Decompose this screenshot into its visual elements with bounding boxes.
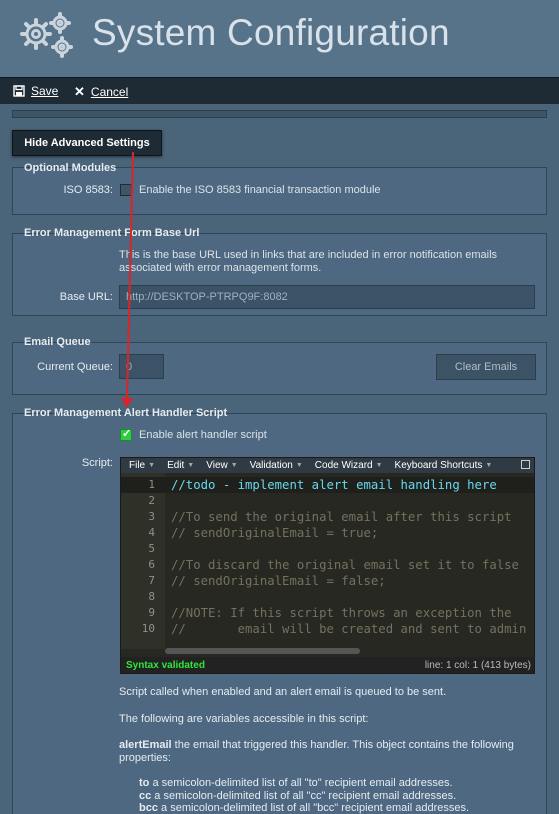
enable-alert-handler-checkbox[interactable]: [120, 427, 132, 441]
cancel-button[interactable]: ✕ Cancel: [74, 84, 128, 100]
chevron-down-icon: ▼: [187, 462, 195, 469]
enable-alert-handler-label: Enable alert handler script: [139, 429, 267, 441]
help-text-1: Script called when enabled and an alert …: [119, 686, 447, 698]
code-line: 9 //NOTE: If this script throws an except…: [121, 605, 534, 621]
page-header: System Configuration: [0, 0, 559, 77]
optional-modules-legend: Optional Modules: [24, 162, 117, 174]
toolbar: Save ✕ Cancel: [0, 77, 559, 104]
editor-menu-label: Keyboard Shortcuts: [394, 460, 483, 471]
chevron-down-icon: ▼: [148, 462, 156, 469]
property-item: to a semicolon-delimited list of all "to…: [139, 777, 453, 789]
script-label: Script:: [81, 457, 113, 469]
progress-stripe: [12, 110, 547, 118]
code-text: //todo - implement alert email handling …: [171, 478, 497, 492]
iso-8583-label: ISO 8583:: [63, 184, 113, 196]
property-desc: a semicolon-delimited list of all "to" r…: [149, 777, 453, 789]
property-name: to: [139, 777, 150, 789]
base-url-label: Base URL:: [59, 291, 113, 303]
alert-email-var: alertEmail: [119, 739, 172, 751]
code-line: 7 // sendOriginalEmail = false;: [121, 573, 534, 589]
code-text: // sendOriginalEmail = false;: [171, 574, 386, 588]
chevron-down-icon: ▼: [295, 462, 303, 469]
editor-menu-label: File: [129, 460, 146, 471]
editor-menu-label: Validation: [249, 460, 293, 471]
line-number: 7: [148, 574, 155, 587]
code-text: // sendOriginalEmail = true;: [171, 526, 379, 540]
line-number: 3: [148, 510, 155, 523]
cursor-position: line: 1 col: 1 (413 bytes): [424, 659, 531, 671]
base-url-input[interactable]: http://DESKTOP-PTRPQ9F:8082: [119, 285, 535, 309]
editor-menu-validation[interactable]: Validation ▼: [242, 460, 307, 471]
save-button[interactable]: Save: [13, 84, 58, 98]
line-number: 9: [148, 606, 155, 619]
line-number: 10: [141, 622, 155, 635]
editor-menubar: File ▼ Edit ▼ View ▼ Validation ▼ Code Wizard ▼ Ke…: [121, 458, 534, 473]
editor-menu-label: Edit: [167, 460, 185, 471]
hide-advanced-settings-button[interactable]: Hide Advanced Settings: [12, 130, 162, 156]
property-name: bcc: [139, 802, 158, 814]
error-form-url-legend: Error Management Form Base Url: [24, 227, 200, 239]
code-line: 3 //To send the original email after this…: [121, 509, 534, 525]
email-queue-legend: Email Queue: [24, 336, 91, 348]
property-item: bcc a semicolon-delimited list of all "b…: [139, 802, 469, 814]
save-label: Save: [31, 84, 59, 98]
clear-emails-button[interactable]: Clear Emails: [436, 354, 536, 380]
editor-statusbar: Syntax validated line: 1 col: 1 (413 byt…: [121, 657, 534, 673]
property-desc: a semicolon-delimited list of all "cc" r…: [151, 789, 457, 802]
error-form-description-1: This is the base URL used in links that …: [119, 249, 498, 261]
error-form-description-2: associated with error management forms.: [119, 262, 322, 274]
editor-scrollbar[interactable]: [165, 648, 360, 654]
code-line: 1 //todo - implement alert email handling…: [121, 477, 534, 493]
line-number: 5: [148, 542, 155, 555]
chevron-down-icon: ▼: [375, 462, 383, 469]
script-editor[interactable]: File ▼ Edit ▼ View ▼ Validation ▼ Code Wizard ▼ Ke…: [120, 457, 535, 674]
code-line: 10 // email will be created and sent to a…: [121, 621, 534, 637]
line-number: 2: [148, 494, 155, 507]
editor-menu-view[interactable]: View ▼: [198, 460, 241, 471]
code-line: 4 // sendOriginalEmail = true;: [121, 525, 534, 541]
cancel-label: Cancel: [90, 85, 129, 99]
code-text: // email will be created and sent to adm…: [171, 622, 527, 636]
code-line: 8: [121, 589, 534, 605]
code-text: //To discard the original email set it t…: [171, 558, 519, 572]
property-name: cc: [139, 789, 152, 802]
code-line: 6 //To discard the original email set it …: [121, 557, 534, 573]
code-text: //To send the original email after this …: [171, 510, 512, 524]
line-number: 8: [148, 590, 155, 603]
gears-icon: [20, 12, 73, 58]
property-item: cc a semicolon-delimited list of all "cc…: [139, 790, 456, 802]
code-line: 5: [121, 541, 534, 557]
iso-8583-description: Enable the ISO 8583 financial transactio…: [139, 184, 381, 196]
current-queue-value: 0: [119, 354, 164, 379]
current-queue-label: Current Queue:: [37, 361, 113, 373]
line-number: 4: [148, 526, 155, 539]
alert-handler-legend: Error Management Alert Handler Script: [24, 407, 228, 419]
help-text-3b: properties:: [119, 752, 171, 764]
page-title: System Configuration: [92, 12, 450, 53]
syntax-status: Syntax validated: [126, 659, 205, 671]
help-text-2: The following are variables accessible i…: [119, 713, 369, 725]
editor-menu-edit[interactable]: Edit ▼: [159, 460, 198, 471]
alert-email-desc: the email that triggered this handler. T…: [171, 739, 514, 751]
code-line: 2: [121, 493, 534, 509]
editor-menu-label: View: [206, 460, 228, 471]
help-text-3: alertEmail the email that triggered this…: [119, 739, 539, 751]
maximize-icon[interactable]: [521, 460, 530, 469]
code-text: //NOTE: If this script throws an excepti…: [171, 606, 512, 620]
line-number: 1: [148, 478, 155, 491]
iso-8583-checkbox[interactable]: [120, 184, 132, 196]
property-desc: a semicolon-delimited list of all "bcc" …: [157, 802, 470, 814]
chevron-down-icon: ▼: [485, 462, 493, 469]
editor-menu-code-wizard[interactable]: Code Wizard ▼: [307, 460, 387, 471]
close-icon: ✕: [74, 84, 85, 99]
line-number: 6: [148, 558, 155, 571]
editor-menu-keyboard-shortcuts[interactable]: Keyboard Shortcuts ▼: [387, 460, 497, 471]
chevron-down-icon: ▼: [230, 462, 238, 469]
editor-menu-label: Code Wizard: [314, 460, 373, 471]
editor-menu-file[interactable]: File ▼: [121, 460, 159, 471]
floppy-disk-icon: [13, 85, 25, 97]
